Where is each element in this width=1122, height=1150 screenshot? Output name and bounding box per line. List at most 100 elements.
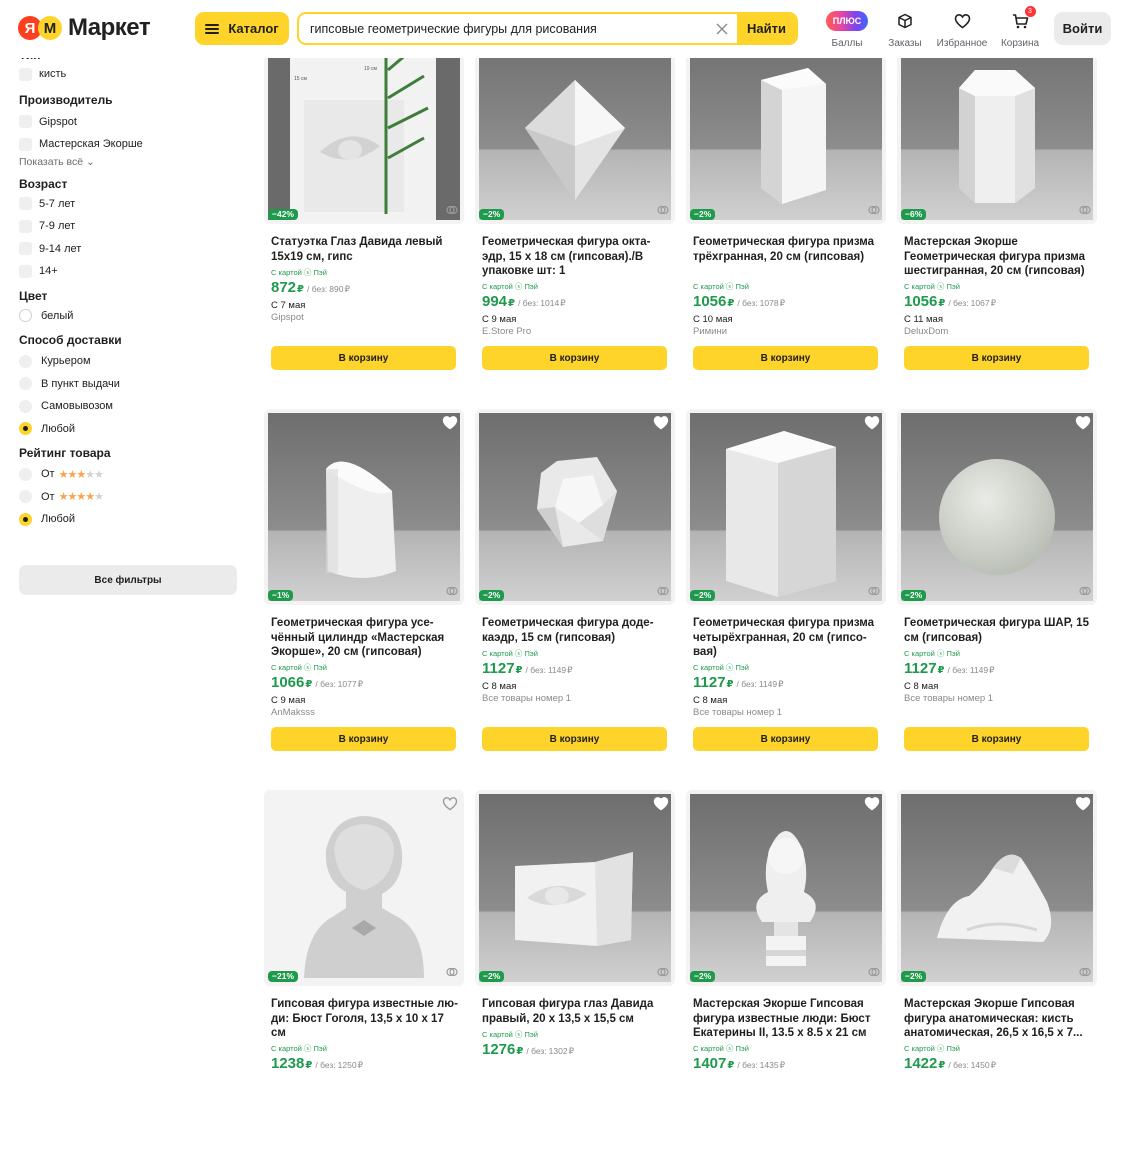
product-title[interactable]: Геометрическая фигура усе-чённый цилиндр… (271, 616, 461, 660)
seller-name[interactable]: Все товары номер 1 (904, 693, 993, 704)
checkbox[interactable] (19, 219, 32, 233)
add-to-cart-button[interactable]: В корзину (693, 727, 878, 751)
product-title[interactable]: Мастерская Экорше Геометрическая фигура … (904, 235, 1094, 279)
filter-option[interactable]: В пункт выдачи (19, 373, 239, 396)
catalog-button[interactable]: Каталог (195, 12, 289, 45)
favorite-heart-icon[interactable] (653, 415, 669, 431)
product-photo[interactable]: −2% (475, 409, 675, 605)
product-photo[interactable]: −2% (686, 409, 886, 605)
product-card[interactable]: МОЖНО ПОВЕСИТЬ НА СТЕНУ15 см19 см−42%Ста… (264, 28, 464, 388)
radio-selected[interactable] (19, 422, 32, 436)
add-to-cart-button[interactable]: В корзину (904, 727, 1089, 751)
product-card[interactable]: −2% Геометрическая фигура призма трёхгран… (686, 28, 886, 388)
filter-option[interactable]: Мастерская Экорше (19, 133, 239, 156)
checkbox[interactable] (19, 137, 32, 151)
product-card[interactable]: −2% Мастерская Экорше Гипсовая фигура ана… (897, 790, 1097, 1150)
product-card[interactable]: −2% Геометрическая фигура доде-каэдр, 15 … (475, 409, 675, 769)
favorite-heart-icon[interactable] (442, 796, 458, 812)
favorite-heart-icon[interactable] (864, 415, 880, 431)
filter-option[interactable]: Курьером (19, 350, 239, 373)
login-button[interactable]: Войти (1054, 12, 1111, 45)
add-to-cart-button[interactable]: В корзину (482, 346, 667, 370)
filter-option[interactable]: Любой (19, 418, 239, 441)
checkbox[interactable] (19, 67, 32, 81)
radio[interactable] (19, 399, 32, 413)
favorites-link[interactable]: Избранное (933, 10, 991, 49)
favorite-heart-icon[interactable] (1075, 415, 1091, 431)
seller-name[interactable]: Gipspot (271, 312, 304, 323)
radio[interactable] (19, 490, 32, 504)
search-input[interactable] (299, 14, 707, 43)
product-title[interactable]: Гипсовая фигура глаз Давида правый, 20 х… (482, 997, 672, 1026)
product-card[interactable]: −2% Геометрическая фигура ШАР, 15 см (гип… (897, 409, 1097, 769)
filter-option[interactable]: От ★★★★★ (19, 463, 239, 486)
product-title[interactable]: Геометрическая фигура доде-каэдр, 15 см … (482, 616, 672, 645)
product-card[interactable]: −2% Гипсовая фигура глаз Давида правый, 2… (475, 790, 675, 1150)
product-title[interactable]: Геометрическая фигура призма четырёхгран… (693, 616, 883, 660)
product-card[interactable]: −2% Мастерская Экорше Гипсовая фигура изв… (686, 790, 886, 1150)
add-to-cart-button[interactable]: В корзину (271, 727, 456, 751)
filter-option[interactable]: 14+ (19, 260, 239, 283)
compare-icon[interactable] (1079, 585, 1091, 597)
compare-icon[interactable] (868, 204, 880, 216)
product-title[interactable]: Гипсовая фигура известные лю-ди: Бюст Го… (271, 997, 461, 1041)
seller-name[interactable]: Римини (693, 326, 727, 337)
compare-icon[interactable] (446, 585, 458, 597)
seller-name[interactable]: AnMaksss (271, 707, 315, 718)
product-title[interactable]: Мастерская Экорше Гипсовая фигура извест… (693, 997, 883, 1041)
checkbox[interactable] (19, 197, 32, 211)
filter-option[interactable]: 7-9 лет (19, 215, 239, 238)
cart-link[interactable]: 3 Корзина (991, 6, 1049, 49)
compare-icon[interactable] (868, 585, 880, 597)
favorite-heart-icon[interactable] (653, 796, 669, 812)
product-title[interactable]: Статуэтка Глаз Давида левый 15х19 см, ги… (271, 235, 461, 264)
radio-selected[interactable] (19, 512, 32, 526)
favorite-heart-icon[interactable] (864, 796, 880, 812)
product-card[interactable]: −21% Гипсовая фигура известные лю-ди: Бюс… (264, 790, 464, 1150)
seller-name[interactable]: DeluxDom (904, 326, 948, 337)
checkbox[interactable] (19, 242, 32, 256)
compare-icon[interactable] (657, 204, 669, 216)
checkbox[interactable] (19, 115, 32, 129)
checkbox[interactable] (19, 264, 32, 278)
product-card[interactable]: −1% Геометрическая фигура усе-чённый цили… (264, 409, 464, 769)
market-logo[interactable]: Я М Маркет (18, 14, 151, 42)
filter-option[interactable]: Gipspot (19, 111, 239, 134)
filter-option[interactable]: кисть (19, 63, 239, 86)
compare-icon[interactable] (446, 966, 458, 978)
product-photo[interactable]: −2% (897, 790, 1097, 986)
filter-option[interactable]: Самовывозом (19, 395, 239, 418)
product-photo[interactable]: −1% (264, 409, 464, 605)
orders-link[interactable]: Заказы (876, 10, 934, 49)
radio[interactable] (19, 354, 32, 368)
radio[interactable] (19, 377, 32, 391)
product-photo[interactable]: −2% (897, 409, 1097, 605)
compare-icon[interactable] (1079, 966, 1091, 978)
product-photo[interactable]: −2% (475, 790, 675, 986)
points-link[interactable]: ПЛЮС Баллы (818, 10, 876, 49)
compare-icon[interactable] (868, 966, 880, 978)
compare-icon[interactable] (446, 204, 458, 216)
filter-option[interactable]: От ★★★★★ (19, 486, 239, 509)
compare-icon[interactable] (1079, 204, 1091, 216)
product-photo[interactable]: −2% (686, 790, 886, 986)
product-title[interactable]: Геометрическая фигура призма трёхгранная… (693, 235, 883, 264)
all-filters-button[interactable]: Все фильтры (19, 565, 237, 595)
product-title[interactable]: Геометрическая фигура окта-эдр, 15 х 18 … (482, 235, 672, 279)
add-to-cart-button[interactable]: В корзину (904, 346, 1089, 370)
seller-name[interactable]: Все товары номер 1 (693, 707, 782, 718)
product-title[interactable]: Геометрическая фигура ШАР, 15 см (гипсов… (904, 616, 1094, 645)
favorite-heart-icon[interactable] (442, 415, 458, 431)
add-to-cart-button[interactable]: В корзину (693, 346, 878, 370)
clear-icon[interactable] (707, 14, 737, 43)
product-photo[interactable]: −21% (264, 790, 464, 986)
product-card[interactable]: −2% Геометрическая фигура призма четырёхг… (686, 409, 886, 769)
filter-option[interactable]: 5-7 лет (19, 193, 239, 216)
filter-option[interactable]: белый (19, 305, 239, 328)
add-to-cart-button[interactable]: В корзину (271, 346, 456, 370)
compare-icon[interactable] (657, 966, 669, 978)
seller-name[interactable]: E.Store Pro (482, 326, 531, 337)
search-button[interactable]: Найти (737, 14, 796, 43)
product-title[interactable]: Мастерская Экорше Гипсовая фигура анатом… (904, 997, 1094, 1041)
color-swatch-white[interactable] (19, 309, 32, 323)
